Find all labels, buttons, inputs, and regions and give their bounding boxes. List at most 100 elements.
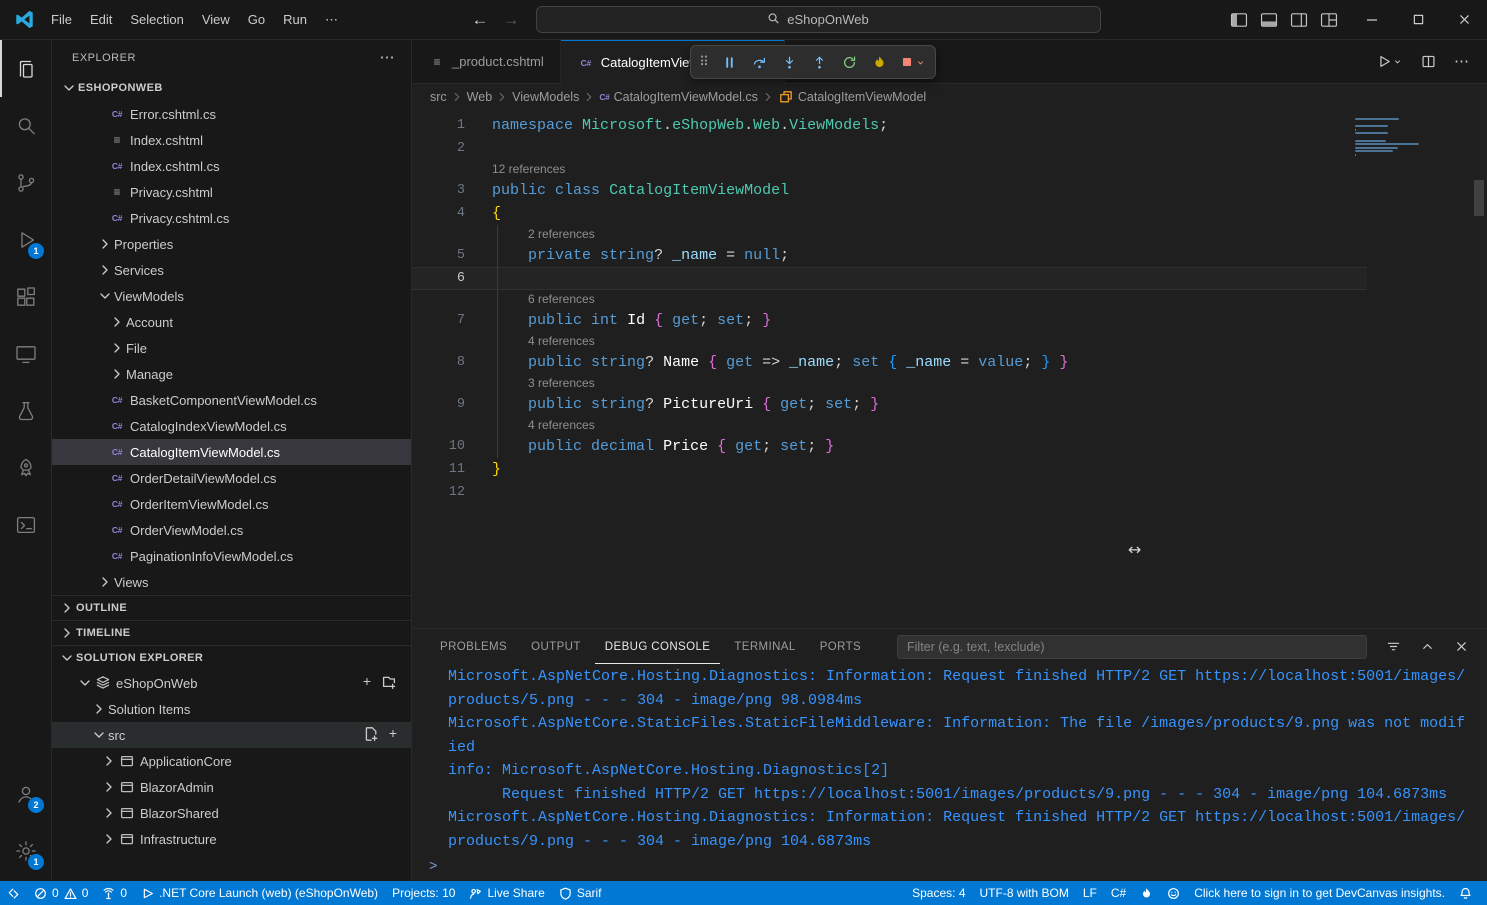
explorer-item-paginationinfoviewmodel-cs[interactable]: C#PaginationInfoViewModel.cs bbox=[52, 543, 411, 569]
layout-sidebar-right-button[interactable] bbox=[1285, 6, 1313, 34]
status-language[interactable]: C# bbox=[1104, 881, 1133, 905]
activity-rocket-button[interactable] bbox=[0, 439, 51, 496]
editor-scrollbar[interactable] bbox=[1474, 180, 1484, 216]
status-feedback[interactable] bbox=[1160, 881, 1187, 905]
solution-item-applicationcore[interactable]: ApplicationCore bbox=[52, 748, 411, 774]
status-indentation[interactable]: Spaces: 4 bbox=[905, 881, 972, 905]
close-button[interactable] bbox=[1441, 0, 1487, 39]
explorer-item-privacy-cshtml-cs[interactable]: C#Privacy.cshtml.cs bbox=[52, 205, 411, 231]
codelens-references[interactable]: 4 references bbox=[528, 332, 595, 351]
panel-tab-ports[interactable]: PORTS bbox=[810, 629, 871, 664]
status-encoding[interactable]: UTF-8 with BOM bbox=[973, 881, 1076, 905]
new-file-button[interactable] bbox=[363, 726, 379, 745]
section-solution-explorer[interactable]: SOLUTION EXPLORER bbox=[52, 645, 411, 670]
debug-step-into-button[interactable] bbox=[774, 48, 804, 76]
activity-run-debug-button[interactable]: 1 bbox=[0, 211, 51, 268]
more-button[interactable]: ⋯ bbox=[1450, 50, 1473, 73]
codelens-references[interactable]: 6 references bbox=[528, 290, 595, 309]
activity-remote-explorer-button[interactable] bbox=[0, 325, 51, 382]
solution-item-infrastructure[interactable]: Infrastructure bbox=[52, 826, 411, 852]
debug-drag-grip-button[interactable]: ⠿ bbox=[694, 48, 714, 76]
menu-view[interactable]: View bbox=[193, 9, 239, 30]
run-menu-button[interactable] bbox=[1373, 50, 1407, 73]
activity-accounts-button[interactable]: 2 bbox=[0, 765, 51, 822]
debug-step-over-button[interactable] bbox=[744, 48, 774, 76]
add-button[interactable]: + bbox=[389, 726, 397, 745]
status-debug-launch[interactable]: .NET Core Launch (web) (eShopOnWeb) bbox=[134, 881, 385, 905]
status-eol[interactable]: LF bbox=[1076, 881, 1104, 905]
tab-product-cshtml[interactable]: ≡_product.cshtml bbox=[412, 40, 561, 83]
explorer-item-properties[interactable]: Properties bbox=[52, 231, 411, 257]
debug-console-output[interactable]: Microsoft.AspNetCore.Hosting.Diagnostics… bbox=[412, 664, 1487, 853]
section-timeline[interactable]: TIMELINE bbox=[52, 620, 411, 645]
activity-testing-button[interactable] bbox=[0, 382, 51, 439]
explorer-root-folder[interactable]: ESHOPONWEB bbox=[52, 75, 411, 101]
explorer-item-account[interactable]: Account bbox=[52, 309, 411, 335]
status-sarif[interactable]: Sarif bbox=[552, 881, 609, 905]
breadcrumb-viewmodels[interactable]: ViewModels bbox=[512, 90, 579, 104]
debug-stop-button[interactable] bbox=[894, 48, 932, 76]
explorer-item-views[interactable]: Views bbox=[52, 569, 411, 595]
panel-tab-debug-console[interactable]: DEBUG CONSOLE bbox=[595, 629, 721, 664]
status-problems[interactable]: 00 bbox=[27, 881, 95, 905]
explorer-item-privacy-cshtml[interactable]: ≡Privacy.cshtml bbox=[52, 179, 411, 205]
menu-selection[interactable]: Selection bbox=[121, 9, 192, 30]
status-ports-forwarded[interactable]: 0 bbox=[95, 881, 134, 905]
explorer-item-catalogitemviewmodel-cs[interactable]: C#CatalogItemViewModel.cs bbox=[52, 439, 411, 465]
menu-edit[interactable]: Edit bbox=[81, 9, 121, 30]
explorer-item-manage[interactable]: Manage bbox=[52, 361, 411, 387]
codelens-references[interactable]: 4 references bbox=[528, 416, 595, 435]
activity-terminal-box-button[interactable] bbox=[0, 496, 51, 553]
panel-tab-problems[interactable]: PROBLEMS bbox=[430, 629, 517, 664]
activity-settings-button[interactable]: 1 bbox=[0, 822, 51, 879]
close-x-button[interactable] bbox=[1447, 633, 1475, 661]
menu-run[interactable]: Run bbox=[274, 9, 316, 30]
solution-item-src[interactable]: src+ bbox=[52, 722, 411, 748]
explorer-item-orderdetailviewmodel-cs[interactable]: C#OrderDetailViewModel.cs bbox=[52, 465, 411, 491]
solution-item-eshoponweb[interactable]: eShopOnWeb+ bbox=[52, 670, 411, 696]
activity-search-button[interactable] bbox=[0, 97, 51, 154]
breadcrumb-src[interactable]: src bbox=[430, 90, 447, 104]
explorer-item-orderitemviewmodel-cs[interactable]: C#OrderItemViewModel.cs bbox=[52, 491, 411, 517]
panel-tab-terminal[interactable]: TERMINAL bbox=[724, 629, 805, 664]
explorer-item-error-cshtml-cs[interactable]: C#Error.cshtml.cs bbox=[52, 101, 411, 127]
explorer-item-index-cshtml[interactable]: ≡Index.cshtml bbox=[52, 127, 411, 153]
menu-file[interactable]: File bbox=[42, 9, 81, 30]
layout-panel-button[interactable] bbox=[1255, 6, 1283, 34]
status-remote[interactable] bbox=[0, 881, 27, 905]
debug-restart-button[interactable] bbox=[834, 48, 864, 76]
status-notifications[interactable] bbox=[1452, 881, 1479, 905]
explorer-item-file[interactable]: File bbox=[52, 335, 411, 361]
maximize-button[interactable] bbox=[1395, 0, 1441, 39]
codelens-references[interactable]: 2 references bbox=[528, 225, 595, 244]
explorer-item-index-cshtml-cs[interactable]: C#Index.cshtml.cs bbox=[52, 153, 411, 179]
command-center-search[interactable]: eShopOnWeb bbox=[536, 6, 1101, 33]
menu-overflow[interactable]: ⋯ bbox=[316, 9, 347, 31]
explorer-more-actions-button[interactable]: ⋯ bbox=[380, 50, 396, 65]
solution-item-blazorshared[interactable]: BlazorShared bbox=[52, 800, 411, 826]
explorer-item-catalogindexviewmodel-cs[interactable]: C#CatalogIndexViewModel.cs bbox=[52, 413, 411, 439]
status-devcanvas[interactable]: Click here to sign in to get DevCanvas i… bbox=[1187, 881, 1452, 905]
solution-item-solution-items[interactable]: Solution Items bbox=[52, 696, 411, 722]
debug-pause-button[interactable] bbox=[714, 48, 744, 76]
menu-go[interactable]: Go bbox=[239, 9, 274, 30]
breadcrumb-catalogitemviewmodel-cs[interactable]: C#CatalogItemViewModel.cs bbox=[599, 90, 758, 104]
status-projects[interactable]: Projects: 10 bbox=[385, 881, 462, 905]
solution-item-blazoradmin[interactable]: BlazorAdmin bbox=[52, 774, 411, 800]
minimap[interactable] bbox=[1355, 118, 1441, 161]
chevron-up-button[interactable] bbox=[1413, 633, 1441, 661]
split-editor-button[interactable] bbox=[1417, 50, 1440, 73]
add-button[interactable]: + bbox=[363, 674, 371, 693]
codelens-references[interactable]: 12 references bbox=[492, 160, 565, 179]
breadcrumb-web[interactable]: Web bbox=[467, 90, 492, 104]
codelens-references[interactable]: 3 references bbox=[528, 374, 595, 393]
explorer-item-basketcomponentviewmodel-cs[interactable]: C#BasketComponentViewModel.cs bbox=[52, 387, 411, 413]
debug-hot-reload-button[interactable] bbox=[864, 48, 894, 76]
filter-list-button[interactable] bbox=[1379, 633, 1407, 661]
console-filter-input[interactable] bbox=[897, 635, 1367, 659]
breadcrumb-catalogitemviewmodel[interactable]: CatalogItemViewModel bbox=[778, 89, 926, 105]
explorer-item-services[interactable]: Services bbox=[52, 257, 411, 283]
explorer-item-viewmodels[interactable]: ViewModels bbox=[52, 283, 411, 309]
layout-sidebar-button[interactable] bbox=[1225, 6, 1253, 34]
panel-tab-output[interactable]: OUTPUT bbox=[521, 629, 591, 664]
